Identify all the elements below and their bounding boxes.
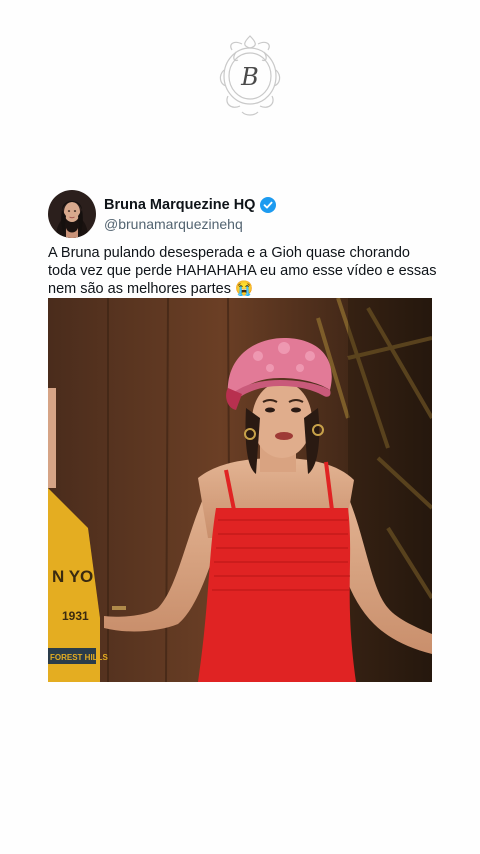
story-page: B Bruna Marquezine HQ @brunamarquezinehq… bbox=[0, 0, 480, 854]
verified-badge-icon bbox=[260, 196, 277, 213]
shirt-print-line3: FOREST HILLS bbox=[50, 653, 108, 662]
display-name[interactable]: Bruna Marquezine HQ bbox=[104, 196, 255, 214]
tweet-text: A Bruna pulando desesperada e a Gioh qua… bbox=[48, 245, 437, 297]
shirt-print-line1: N YO bbox=[52, 567, 93, 586]
account-identity: Bruna Marquezine HQ @brunamarquezinehq bbox=[104, 196, 277, 233]
shirt-print-line2: 1931 bbox=[62, 609, 89, 623]
monogram-letter: B bbox=[240, 63, 259, 91]
monogram-logo: B bbox=[219, 35, 281, 116]
avatar[interactable] bbox=[48, 190, 96, 238]
tweet-header: Bruna Marquezine HQ @brunamarquezinehq bbox=[48, 189, 277, 239]
tweet-media-video[interactable]: N YO 1931 FOREST HILLS bbox=[48, 298, 432, 682]
account-handle[interactable]: @brunamarquezinehq bbox=[104, 215, 276, 233]
